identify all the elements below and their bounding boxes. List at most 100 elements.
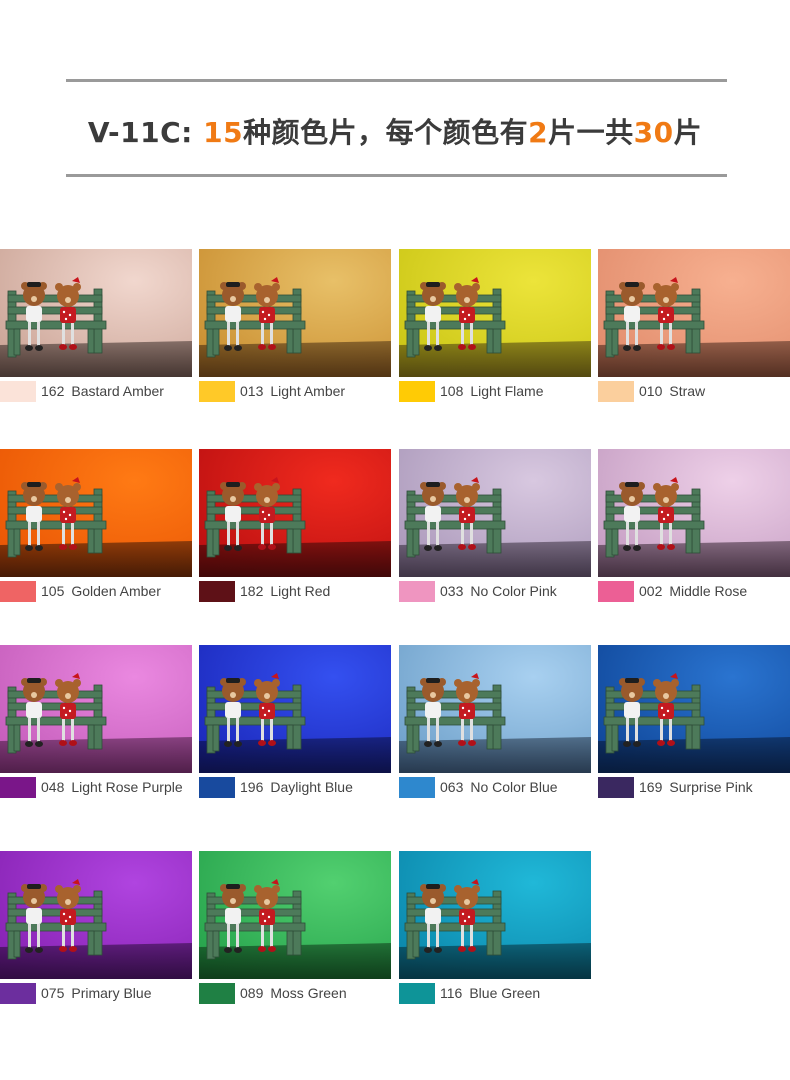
- filter-code: 048: [41, 779, 65, 795]
- photo-scene: [0, 645, 192, 773]
- filter-label: 075 Primary Blue: [41, 983, 152, 1004]
- filter-name: Blue Green: [469, 985, 541, 1001]
- title-text-1: 种颜色片，每个颜色有: [243, 116, 529, 149]
- photo-scene: [598, 449, 790, 577]
- filter-name: Light Flame: [470, 383, 544, 399]
- color-swatch: [399, 777, 435, 798]
- color-swatch: [598, 777, 634, 798]
- filter-label: 196 Daylight Blue: [240, 777, 353, 798]
- filter-photo: [0, 851, 192, 979]
- photo-scene: [199, 851, 391, 979]
- filter-photo: [399, 249, 591, 377]
- filter-name: Straw: [669, 383, 706, 399]
- filter-label: 105 Golden Amber: [41, 581, 161, 602]
- filter-code: 105: [41, 583, 65, 599]
- top-divider: [66, 79, 727, 82]
- photo-scene: [199, 449, 391, 577]
- photo-scene: [399, 851, 591, 979]
- filter-code: 033: [440, 583, 464, 599]
- filter-photo: [399, 645, 591, 773]
- filter-name: No Color Blue: [470, 779, 558, 795]
- filter-name: Bastard Amber: [71, 383, 164, 399]
- photo-scene: [0, 851, 192, 979]
- photo-scene: [598, 249, 790, 377]
- filter-name: Middle Rose: [669, 583, 748, 599]
- title-prefix: V-11C:: [87, 116, 204, 149]
- filter-label: 116 Blue Green: [440, 983, 540, 1004]
- color-swatch: [598, 581, 634, 602]
- photo-scene: [0, 249, 192, 377]
- color-swatch: [0, 983, 36, 1004]
- filter-label: 182 Light Red: [240, 581, 330, 602]
- filter-code: 010: [639, 383, 663, 399]
- filter-photo: [399, 449, 591, 577]
- filter-code: 063: [440, 779, 464, 795]
- filter-label: 063 No Color Blue: [440, 777, 558, 798]
- filter-name: Golden Amber: [71, 583, 161, 599]
- filter-label: 002 Middle Rose: [639, 581, 747, 602]
- filter-name: Light Red: [270, 583, 331, 599]
- color-swatch: [399, 581, 435, 602]
- title-text-2: 片一共: [548, 116, 634, 149]
- color-swatch: [399, 381, 435, 402]
- filter-photo: [598, 249, 790, 377]
- filter-code: 013: [240, 383, 264, 399]
- filter-code: 182: [240, 583, 264, 599]
- color-swatch: [0, 581, 36, 602]
- filter-name: No Color Pink: [470, 583, 557, 599]
- color-swatch: [0, 381, 36, 402]
- filter-photo: [199, 249, 391, 377]
- title-count-per-color: 2: [528, 116, 549, 149]
- filter-name: Light Rose Purple: [71, 779, 183, 795]
- filter-label: 010 Straw: [639, 381, 705, 402]
- filter-code: 116: [440, 985, 463, 1001]
- filter-label: 089 Moss Green: [240, 983, 347, 1004]
- color-swatch: [199, 381, 235, 402]
- filter-label: 033 No Color Pink: [440, 581, 557, 602]
- filter-name: Daylight Blue: [270, 779, 353, 795]
- filter-label: 013 Light Amber: [240, 381, 345, 402]
- photo-scene: [199, 249, 391, 377]
- filter-photo: [0, 449, 192, 577]
- bottom-divider: [66, 174, 727, 177]
- photo-scene: [598, 645, 790, 773]
- filter-name: Surprise Pink: [669, 779, 753, 795]
- photo-scene: [399, 249, 591, 377]
- title-count-total: 30: [633, 116, 674, 149]
- filter-photo: [598, 449, 790, 577]
- filter-name: Primary Blue: [71, 985, 152, 1001]
- filter-label: 162 Bastard Amber: [41, 381, 164, 402]
- title-count-colors: 15: [203, 116, 244, 149]
- color-swatch: [598, 381, 634, 402]
- filter-code: 162: [41, 383, 65, 399]
- color-swatch: [199, 581, 235, 602]
- filter-label: 169 Surprise Pink: [639, 777, 753, 798]
- title-suffix: 片: [673, 116, 703, 149]
- photo-scene: [199, 645, 391, 773]
- filter-photo: [0, 645, 192, 773]
- filter-name: Light Amber: [270, 383, 346, 399]
- photo-scene: [0, 449, 192, 577]
- filter-code: 196: [240, 779, 264, 795]
- filter-code: 089: [240, 985, 264, 1001]
- color-swatch: [399, 983, 435, 1004]
- photo-scene: [399, 645, 591, 773]
- filter-code: 075: [41, 985, 65, 1001]
- filter-label: 108 Light Flame: [440, 381, 544, 402]
- page-title: V-11C: 15种颜色片，每个颜色有2片一共30片: [0, 111, 790, 151]
- color-swatch: [199, 983, 235, 1004]
- filter-photo: [598, 645, 790, 773]
- filter-photo: [199, 645, 391, 773]
- filter-label: 048 Light Rose Purple: [41, 777, 183, 798]
- color-swatch: [0, 777, 36, 798]
- filter-code: 002: [639, 583, 663, 599]
- color-swatch: [199, 777, 235, 798]
- filter-code: 108: [440, 383, 464, 399]
- filter-name: Moss Green: [270, 985, 347, 1001]
- filter-photo: [199, 851, 391, 979]
- filter-photo: [399, 851, 591, 979]
- photo-scene: [399, 449, 591, 577]
- filter-code: 169: [639, 779, 663, 795]
- filter-photo: [199, 449, 391, 577]
- filter-photo: [0, 249, 192, 377]
